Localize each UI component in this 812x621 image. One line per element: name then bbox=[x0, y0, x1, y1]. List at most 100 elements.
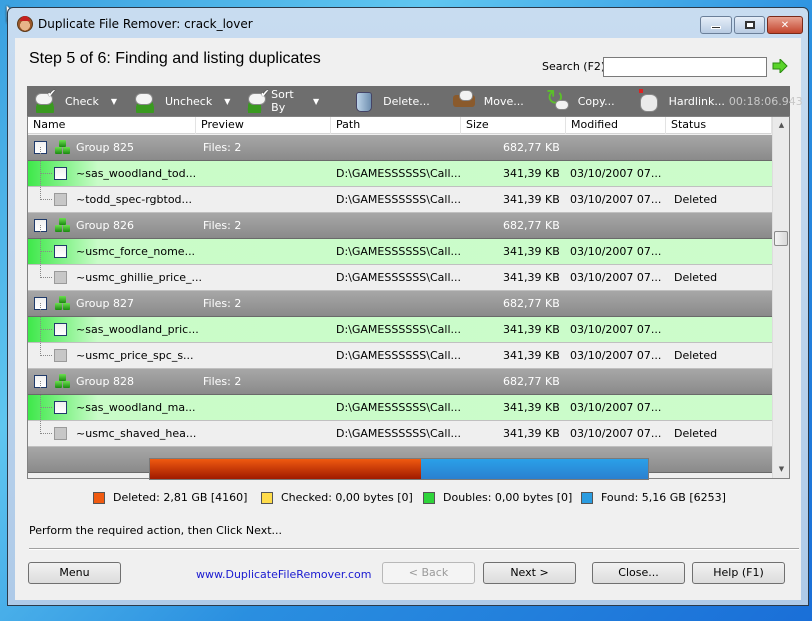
group-cubes-icon bbox=[55, 140, 70, 155]
trash-icon bbox=[349, 89, 377, 113]
green-arrow-right-icon[interactable] bbox=[772, 59, 788, 73]
file-row-deleted[interactable]: ~todd_spec-rgbtod... D:\GAMESSSSSS\Call..… bbox=[28, 173, 772, 213]
file-modified: 03/10/2007 07... bbox=[570, 401, 662, 414]
copy-icon bbox=[544, 86, 572, 113]
sortby-label: Sort By bbox=[271, 88, 294, 114]
vertical-scrollbar[interactable]: ▲ ▼ bbox=[772, 117, 789, 478]
legend-doubles-label: Doubles: 0,00 bytes [0] bbox=[443, 491, 573, 504]
legend-swatch-checked bbox=[261, 491, 273, 504]
legend-swatch-deleted bbox=[93, 491, 105, 504]
file-checkbox[interactable] bbox=[54, 271, 67, 284]
menu-button[interactable]: Menu bbox=[28, 562, 121, 584]
file-name: ~sas_woodland_ma... bbox=[76, 401, 196, 414]
check-button[interactable]: Check ▼ bbox=[27, 86, 127, 116]
file-row-deleted[interactable]: ~usmc_shaved_hea... D:\GAMESSSSSS\Call...… bbox=[28, 407, 772, 447]
group-row[interactable]: Group 826 Files: 2 682,77 KB bbox=[28, 213, 772, 239]
close-button[interactable]: Close... bbox=[592, 562, 685, 584]
uncheck-dropdown-icon[interactable]: ▼ bbox=[224, 97, 230, 106]
file-checkbox[interactable] bbox=[54, 401, 67, 414]
file-path: D:\GAMESSSSSS\Call... bbox=[336, 401, 461, 414]
file-size: 341,39 KB bbox=[503, 323, 560, 336]
file-checkbox[interactable] bbox=[54, 427, 67, 440]
sheep-sort-icon bbox=[244, 87, 269, 113]
group-row[interactable]: Group 827 Files: 2 682,77 KB bbox=[28, 291, 772, 317]
group-name: Group 826 bbox=[76, 219, 134, 232]
group-file-count: Files: 2 bbox=[203, 219, 242, 232]
group-size: 682,77 KB bbox=[503, 375, 560, 388]
column-header-path[interactable]: Path bbox=[331, 117, 461, 134]
file-row-kept[interactable]: ~sas_woodland_ma... D:\GAMESSSSSS\Call...… bbox=[28, 381, 772, 421]
column-header-size[interactable]: Size bbox=[461, 117, 566, 134]
scroll-down-icon[interactable]: ▼ bbox=[773, 461, 789, 478]
progress-found-segment bbox=[421, 459, 648, 479]
scrollbar-thumb[interactable] bbox=[774, 231, 788, 246]
next-button[interactable]: Next > bbox=[483, 562, 576, 584]
group-size: 682,77 KB bbox=[503, 141, 560, 154]
summary-progress-bar bbox=[149, 458, 649, 480]
file-row-deleted[interactable]: ~usmc_ghillie_price_... D:\GAMESSSSSS\Cal… bbox=[28, 251, 772, 291]
column-header-name[interactable]: Name bbox=[28, 117, 196, 134]
delete-label: Delete... bbox=[383, 94, 430, 108]
file-status: Deleted bbox=[674, 193, 718, 206]
check-dropdown-icon[interactable]: ▼ bbox=[111, 97, 117, 106]
file-status: Deleted bbox=[674, 349, 718, 362]
legend-found: Found: 5,16 GB [6253] bbox=[581, 491, 726, 504]
app-logo-icon bbox=[17, 16, 33, 32]
file-row-kept[interactable]: ~sas_woodland_pric... D:\GAMESSSSSS\Call.… bbox=[28, 303, 772, 343]
sortby-button[interactable]: Sort By ▼ bbox=[240, 86, 329, 116]
file-path: D:\GAMESSSSSS\Call... bbox=[336, 427, 461, 440]
file-row-kept[interactable]: ~usmc_force_nome... D:\GAMESSSSSS\Call...… bbox=[28, 225, 772, 265]
delete-button[interactable]: Delete... bbox=[345, 86, 434, 116]
tree-line bbox=[40, 407, 41, 434]
close-window-button[interactable]: ✕ bbox=[767, 16, 803, 34]
group-size: 682,77 KB bbox=[503, 297, 560, 310]
file-checkbox[interactable] bbox=[54, 323, 67, 336]
file-path: D:\GAMESSSSSS\Call... bbox=[336, 193, 461, 206]
legend-doubles: Doubles: 0,00 bytes [0] bbox=[423, 491, 572, 504]
file-checkbox[interactable] bbox=[54, 245, 67, 258]
file-name: ~usmc_force_nome... bbox=[76, 245, 196, 258]
file-row-deleted[interactable]: ~usmc_price_spc_s... D:\GAMESSSSSS\Call..… bbox=[28, 329, 772, 369]
column-header-modified[interactable]: Modified bbox=[566, 117, 666, 134]
group-row[interactable]: Group 825 Files: 2 682,77 KB bbox=[28, 135, 772, 161]
hardlink-label: Hardlink... bbox=[668, 94, 725, 108]
group-name: Group 825 bbox=[76, 141, 134, 154]
search-label: Search (F2) bbox=[542, 60, 606, 73]
file-size: 341,39 KB bbox=[503, 271, 560, 284]
toolbar: Check ▼ Uncheck ▼ Sort By ▼ Delete... Mo… bbox=[27, 86, 803, 116]
column-header-status[interactable]: Status bbox=[666, 117, 772, 134]
group-row[interactable]: Group 828 Files: 2 682,77 KB bbox=[28, 369, 772, 395]
file-modified: 03/10/2007 07... bbox=[570, 167, 662, 180]
help-button[interactable]: Help (F1) bbox=[692, 562, 785, 584]
sortby-dropdown-icon[interactable]: ▼ bbox=[313, 97, 319, 106]
group-file-count: Files: 2 bbox=[203, 297, 242, 310]
legend-deleted: Deleted: 2,81 GB [4160] bbox=[93, 491, 247, 504]
tree-line bbox=[40, 199, 52, 200]
search-input[interactable] bbox=[603, 57, 767, 77]
duplicates-list[interactable]: Name Preview Path Size Modified Status G… bbox=[27, 116, 790, 479]
scroll-up-icon[interactable]: ▲ bbox=[773, 117, 789, 134]
maximize-button[interactable] bbox=[734, 16, 765, 34]
hardlink-button[interactable]: Hardlink... bbox=[631, 86, 729, 116]
copy-button[interactable]: Copy... bbox=[540, 86, 619, 116]
tree-line bbox=[40, 251, 41, 278]
file-checkbox[interactable] bbox=[54, 167, 67, 180]
tree-line bbox=[40, 147, 41, 174]
file-checkbox[interactable] bbox=[54, 349, 67, 362]
tree-line bbox=[40, 433, 52, 434]
list-rows: Group 825 Files: 2 682,77 KB ~sas_woodland_… bbox=[28, 135, 772, 473]
file-modified: 03/10/2007 07... bbox=[570, 271, 662, 284]
move-button[interactable]: Move... bbox=[446, 86, 528, 116]
back-button[interactable]: < Back bbox=[382, 562, 475, 584]
tree-line bbox=[40, 381, 41, 408]
column-header-preview[interactable]: Preview bbox=[196, 117, 331, 134]
legend-found-label: Found: 5,16 GB [6253] bbox=[601, 491, 726, 504]
file-status: Deleted bbox=[674, 427, 718, 440]
file-checkbox[interactable] bbox=[54, 193, 67, 206]
minimize-button[interactable] bbox=[700, 16, 732, 34]
uncheck-button[interactable]: Uncheck ▼ bbox=[127, 86, 240, 116]
file-name: ~sas_woodland_pric... bbox=[76, 323, 199, 336]
file-row-kept[interactable]: ~sas_woodland_tod... D:\GAMESSSSSS\Call..… bbox=[28, 147, 772, 187]
file-size: 341,39 KB bbox=[503, 193, 560, 206]
website-link[interactable]: www.DuplicateFileRemover.com bbox=[196, 568, 371, 581]
